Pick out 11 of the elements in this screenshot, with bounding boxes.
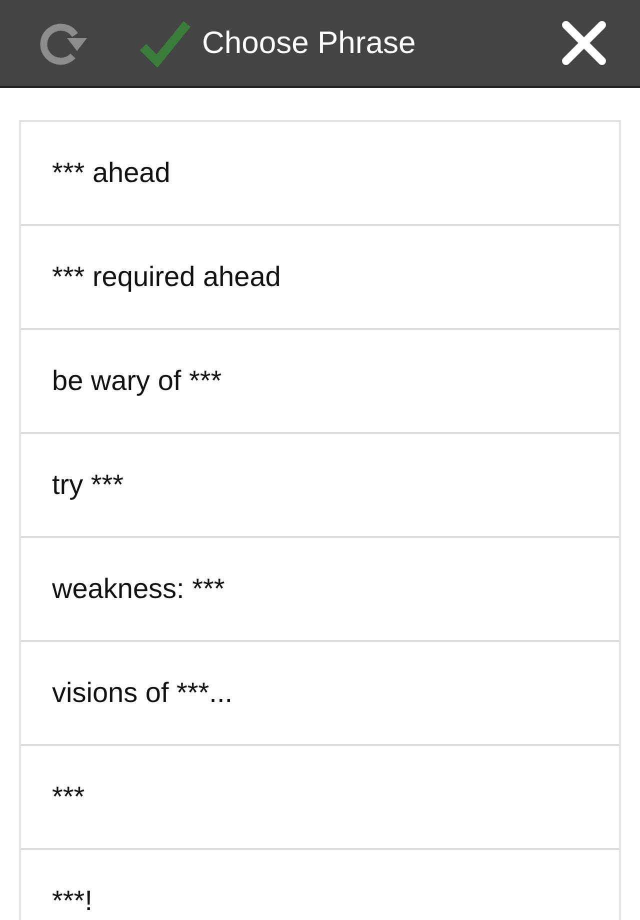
phrase-item[interactable]: *** <box>21 746 619 850</box>
phrase-item[interactable]: *** required ahead <box>21 226 619 330</box>
phrase-item[interactable]: try *** <box>21 434 619 538</box>
phrase-item[interactable]: visions of ***... <box>21 642 619 746</box>
window-title: Choose Phrase <box>202 25 416 61</box>
phrase-item[interactable]: be wary of *** <box>21 330 619 434</box>
phrase-item[interactable]: weakness: *** <box>21 538 619 642</box>
close-icon[interactable] <box>560 19 608 67</box>
check-icon[interactable] <box>138 19 192 67</box>
phrase-item[interactable]: *** ahead <box>21 122 619 226</box>
phrase-item[interactable]: ***! <box>21 850 619 920</box>
